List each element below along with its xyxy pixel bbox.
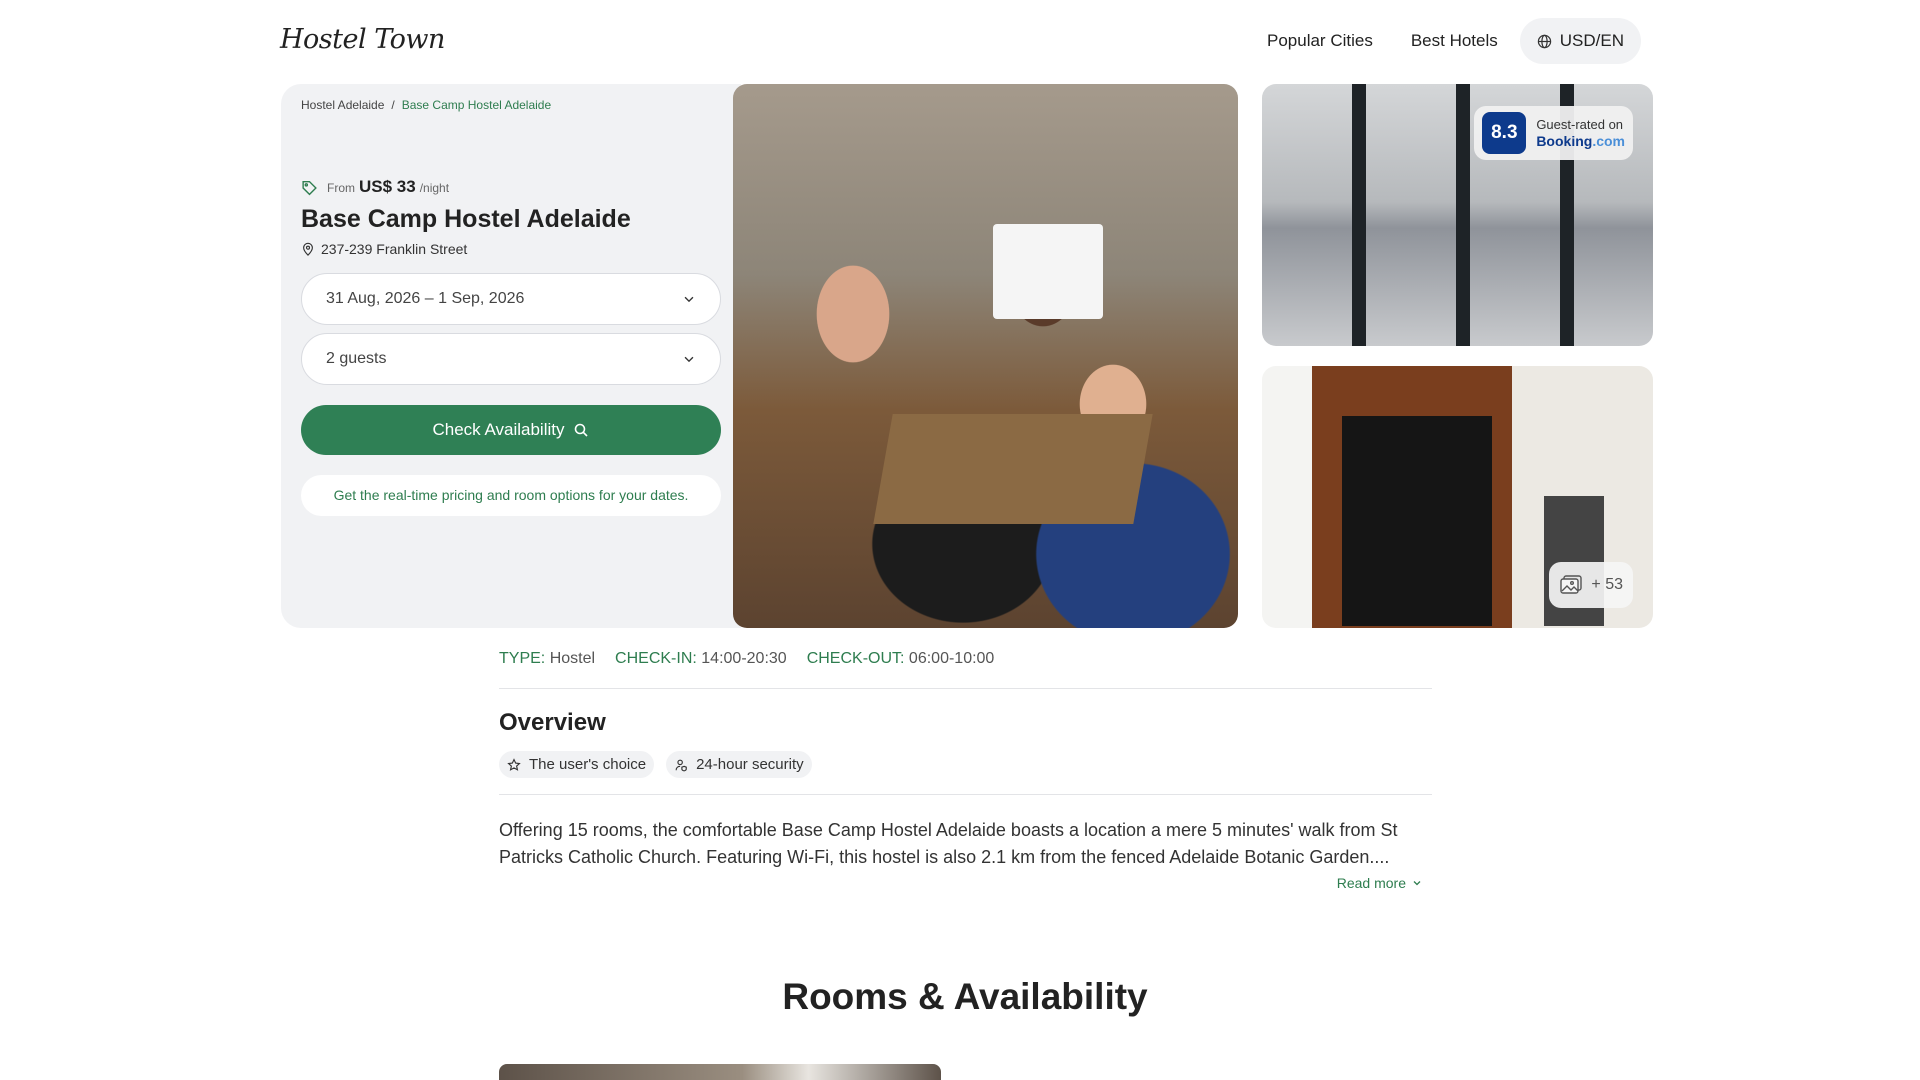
fact-checkout-key: CHECK-OUT: — [806, 650, 905, 667]
price-value: US$ 33 — [359, 177, 416, 196]
read-more-label: Read more — [1336, 875, 1406, 891]
property-facts: TYPE: Hostel CHECK-IN: 14:00-20:30 CHECK… — [499, 650, 1432, 689]
feature-chips: The user's choice 24-hour security — [499, 751, 1432, 795]
dorm-photo[interactable]: 8.3 Guest-rated on Booking.com — [1262, 84, 1653, 346]
chip-label: The user's choice — [529, 756, 647, 773]
overview-title: Overview — [499, 709, 606, 736]
nav-popular-cities[interactable]: Popular Cities — [1251, 19, 1389, 63]
top-nav: Popular Cities Best Hotels USD/EN — [1251, 18, 1641, 64]
chevron-down-icon — [1413, 881, 1421, 886]
price-suffix: /night — [419, 181, 450, 195]
site-logo[interactable]: Hostel Town — [280, 24, 445, 55]
star-icon — [507, 757, 521, 771]
breadcrumb-city[interactable]: Hostel Adelaide — [301, 98, 384, 112]
fact-type-value: Hostel — [549, 650, 596, 667]
read-more-link[interactable]: Read more — [499, 875, 1432, 891]
photo-detail — [873, 414, 1153, 524]
fact-checkout: CHECK-OUT: 06:00-10:00 — [807, 650, 995, 668]
breadcrumb: Hostel Adelaide / Base Camp Hostel Adela… — [301, 98, 721, 112]
site-header: Hostel Town Popular Cities Best Hotels U… — [0, 0, 1920, 86]
nav-best-hotels[interactable]: Best Hotels — [1395, 19, 1514, 63]
chevron-down-icon — [684, 356, 694, 363]
pricing-note: Get the real-time pricing and room optio… — [301, 475, 721, 516]
booking-panel: Hostel Adelaide / Base Camp Hostel Adela… — [281, 84, 741, 628]
photo-detail — [993, 224, 1103, 319]
breadcrumb-separator: / — [391, 98, 395, 112]
booking-logo-name: Booking — [1536, 133, 1593, 149]
location-pin-icon — [303, 242, 313, 256]
gallery-count: + 53 — [1591, 576, 1623, 593]
rooms-availability-title: Rooms & Availability — [782, 976, 1148, 1017]
currency-selector[interactable]: USD/EN — [1519, 18, 1641, 64]
rating-score: 8.3 — [1482, 112, 1527, 154]
search-icon — [575, 423, 589, 437]
details-section: TYPE: Hostel CHECK-IN: 14:00-20:30 CHECK… — [499, 650, 1432, 891]
fact-checkin-value: 14:00-20:30 — [701, 650, 787, 667]
price-prefix: From — [327, 181, 355, 195]
globe-icon — [1537, 34, 1551, 48]
address-text: 237-239 Franklin Street — [321, 241, 468, 257]
booking-logo-suffix: .com — [1592, 133, 1625, 149]
main-photo[interactable] — [733, 84, 1238, 628]
chip-label: 24-hour security — [696, 756, 804, 773]
room-photo[interactable] — [499, 1064, 941, 1080]
rating-source: Guest-rated on Booking.com — [1536, 116, 1625, 150]
gallery-icon — [1560, 575, 1583, 594]
hotel-address: 237-239 Franklin Street — [301, 241, 721, 257]
security-person-icon — [675, 759, 687, 771]
rating-label: Guest-rated on — [1536, 117, 1624, 132]
fact-checkin-key: CHECK-IN: — [615, 650, 697, 667]
date-range-select[interactable]: 31 Aug, 2026 – 1 Sep, 2026 — [301, 273, 721, 325]
fact-checkin: CHECK-IN: 14:00-20:30 — [615, 650, 787, 668]
fact-type-key: TYPE: — [499, 650, 546, 667]
hero-section: Hostel Adelaide / Base Camp Hostel Adela… — [281, 84, 1653, 628]
chevron-down-icon — [684, 296, 694, 303]
fact-checkout-value: 06:00-10:00 — [908, 650, 995, 667]
photo-detail — [1342, 416, 1492, 626]
fact-type: TYPE: Hostel — [499, 650, 595, 668]
rating-badge: 8.3 Guest-rated on Booking.com — [1474, 106, 1633, 160]
check-availability-button[interactable]: Check Availability — [301, 405, 721, 455]
date-range-value: 31 Aug, 2026 – 1 Sep, 2026 — [326, 290, 525, 307]
currency-label: USD/EN — [1559, 31, 1624, 50]
guests-select[interactable]: 2 guests — [301, 333, 721, 385]
guests-value: 2 guests — [326, 350, 387, 367]
price-tag-icon — [302, 180, 317, 195]
booking-logo: Booking.com — [1536, 133, 1625, 150]
overview-description: Offering 15 rooms, the comfortable Base … — [499, 820, 1398, 867]
check-availability-label: Check Availability — [432, 420, 565, 439]
chip-security: 24-hour security — [666, 751, 812, 778]
breadcrumb-current[interactable]: Base Camp Hostel Adelaide — [402, 98, 551, 112]
kitchen-photo[interactable]: + 53 — [1262, 366, 1653, 628]
hotel-name: Base Camp Hostel Adelaide — [301, 205, 631, 233]
chip-users-choice: The user's choice — [499, 751, 655, 778]
price-row: From US$ 33 /night — [301, 177, 721, 197]
view-gallery-button[interactable]: + 53 — [1549, 562, 1633, 608]
